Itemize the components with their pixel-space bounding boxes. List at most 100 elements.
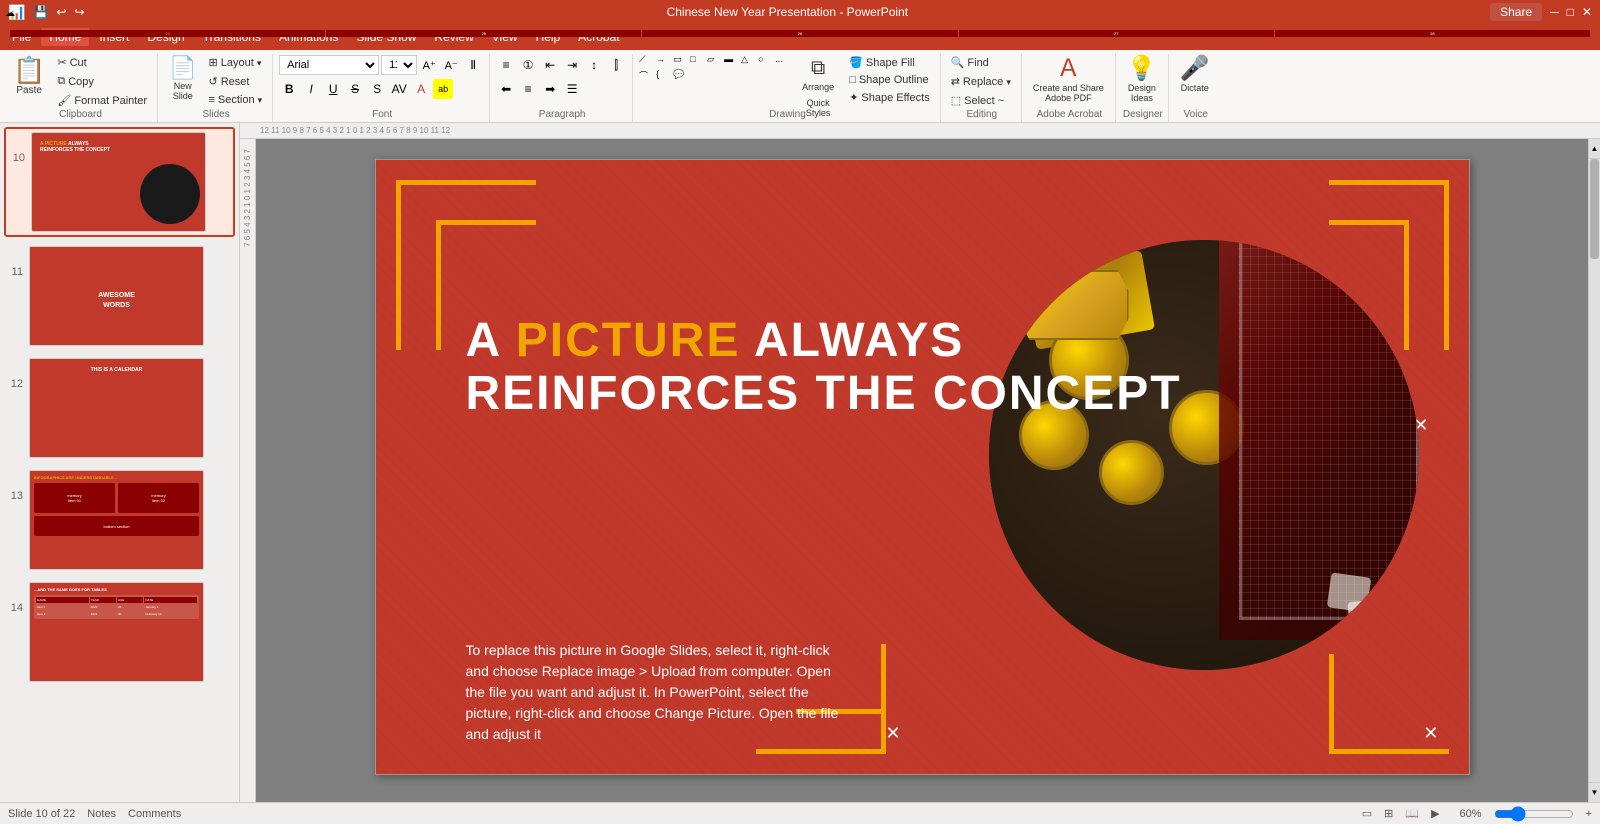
slide-num-10: 10 (9, 152, 25, 164)
view-normal-button[interactable]: ▭ (1362, 807, 1372, 820)
shape-outline-label: Shape Outline (859, 74, 929, 86)
create-share-pdf-button[interactable]: Ａ Create and ShareAdobe PDF (1028, 54, 1109, 106)
font-decrease-button[interactable]: A⁻ (441, 55, 461, 75)
highlight-button[interactable]: ab (433, 79, 453, 99)
slide-title-line2: REINFORCES THE CONCEPT (466, 368, 1182, 421)
new-slide-icon: 📄 (169, 57, 196, 79)
slide-preview-10: A PICTURE ALWAYSREINFORCES THE CONCEPT (31, 132, 206, 232)
zoom-label: 60% (1460, 808, 1482, 820)
slide-thumb-11[interactable]: 11 AWESOMEWORDS ☁ (4, 243, 235, 349)
shape-effects-button[interactable]: ✦ Shape Effects (845, 89, 934, 106)
underline-button[interactable]: U (323, 79, 343, 99)
find-icon: 🔍 (951, 56, 965, 69)
char-spacing-button[interactable]: AV (389, 79, 409, 99)
reset-button[interactable]: ↺ Reset (205, 73, 267, 90)
scroll-thumb[interactable] (1590, 159, 1599, 259)
shape-callout[interactable]: 💬 (673, 69, 689, 83)
numbering-button[interactable]: ① (518, 55, 538, 75)
slide-stage[interactable]: ✕ ✕ ✕ ✕ (256, 139, 1588, 802)
shape-outline-button[interactable]: □ Shape Outline (845, 72, 934, 88)
notes-button[interactable]: Notes (87, 808, 116, 820)
select-button[interactable]: ⬚ Select ~ (947, 92, 1015, 109)
decrease-indent-button[interactable]: ⇤ (540, 55, 560, 75)
slide-circle-inner (989, 240, 1419, 670)
zoom-in-button[interactable]: + (1586, 808, 1592, 820)
align-center-button[interactable]: ≡ (518, 79, 538, 99)
font-color-button[interactable]: A (411, 79, 431, 99)
ribbon-group-editing: 🔍 Find ⇄ Replace ▾ ⬚ Select ~ Editing (943, 54, 1022, 122)
slide-thumb-10[interactable]: 10 A PICTURE ALWAYSREINFORCES THE CONCEP… (4, 127, 235, 237)
comments-button[interactable]: Comments (128, 808, 181, 820)
font-row2: B I U S S AV A ab (279, 78, 483, 100)
canvas-area: 12 11 10 9 8 7 6 5 4 3 2 1 0 1 2 3 4 5 6… (240, 123, 1600, 802)
ribbon-group-drawing: ⟋ → ▭ □ ▱ ▬ △ ○ ... ⌒ { 💬 ⧉ Arrange (635, 54, 941, 122)
view-slide-sorter-button[interactable]: ⊞ (1384, 807, 1393, 820)
replace-button[interactable]: ⇄ Replace ▾ (947, 73, 1015, 90)
design-ideas-icon: 💡 (1127, 57, 1157, 81)
align-left-button[interactable]: ⬅ (496, 79, 516, 99)
format-painter-label: Format Painter (74, 95, 147, 107)
cut-label: Cut (70, 57, 87, 69)
zoom-slider[interactable] (1494, 808, 1574, 820)
slide-num-14: 14 (7, 602, 23, 614)
font-size-select[interactable]: 11 (381, 55, 417, 75)
shape-curve[interactable]: ⌒ (639, 69, 655, 83)
drawing-label: Drawing (635, 109, 940, 120)
clear-format-button[interactable]: Ⅱ (463, 55, 483, 75)
slide-title-always: ALWAYS (740, 314, 964, 367)
dictate-button[interactable]: 🎤 Dictate (1175, 54, 1215, 96)
section-button[interactable]: ≡ Section ▾ (205, 92, 267, 108)
design-ideas-button[interactable]: 💡 DesignIdeas (1122, 54, 1162, 106)
new-slide-label: NewSlide (173, 81, 193, 101)
slide-body-text[interactable]: To replace this picture in Google Slides… (466, 640, 846, 745)
font-increase-button[interactable]: A⁺ (419, 55, 439, 75)
section-icon: ≡ (209, 94, 215, 106)
arrange-button[interactable]: ⧉ Arrange (797, 54, 839, 95)
slide-preview-14: ...AND THE SAME GOES FOR TABLES GAME YEA… (29, 582, 204, 682)
bold-button[interactable]: B (279, 79, 299, 99)
vertical-scrollbar[interactable]: ▲ ▼ (1588, 139, 1600, 802)
shadow-button[interactable]: S (367, 79, 387, 99)
ribbon: 📋 Paste ✂ Cut ⧉ Copy 🖌 Format Painter (0, 50, 1600, 123)
justify-button[interactable]: ☰ (562, 79, 582, 99)
increase-indent-button[interactable]: ⇥ (562, 55, 582, 75)
slide-count: Slide 10 of 22 (8, 808, 75, 820)
shape-fill-label: Shape Fill (866, 57, 915, 69)
column-button[interactable]: ⫿ (606, 55, 626, 75)
scroll-down-button[interactable]: ▼ (1589, 782, 1600, 802)
scroll-up-button[interactable]: ▲ (1589, 139, 1600, 159)
font-label: Font (275, 109, 489, 120)
slide-num-11: 11 (7, 266, 23, 278)
slide-thumb-13[interactable]: 13 INFOGRAPHICS ARE UNDERSTANDABLE... me… (4, 467, 235, 573)
slide-thumb-12[interactable]: 12 THIS IS A CALENDAR 24 25 26 27 28 (4, 355, 235, 461)
reset-label: Reset (221, 76, 250, 88)
slide-thumb-14[interactable]: 14 ...AND THE SAME GOES FOR TABLES GAME … (4, 579, 235, 685)
ribbon-content: 📋 Paste ✂ Cut ⧉ Copy 🖌 Format Painter (0, 50, 1600, 122)
new-slide-button[interactable]: 📄 NewSlide (164, 54, 201, 104)
shape-bracket[interactable]: { (656, 69, 672, 83)
create-share-label: Create and ShareAdobe PDF (1033, 83, 1104, 103)
view-slideshow-button[interactable]: ▶ (1431, 807, 1439, 820)
ruler-top: 12 11 10 9 8 7 6 5 4 3 2 1 0 1 2 3 4 5 6… (240, 123, 1600, 139)
slide-title-picture: PICTURE (516, 314, 741, 367)
align-right-button[interactable]: ➡ (540, 79, 560, 99)
slide-image-circle[interactable] (989, 240, 1419, 670)
ribbon-group-voice: 🎤 Dictate Voice (1171, 54, 1221, 122)
italic-button[interactable]: I (301, 79, 321, 99)
para-row2: ⬅ ≡ ➡ ☰ (496, 78, 626, 100)
slide-num-12: 12 (7, 378, 23, 390)
bullets-button[interactable]: ≡ (496, 55, 516, 75)
format-painter-button[interactable]: 🖌 Format Painter (53, 92, 151, 109)
shape-outline-icon: □ (849, 74, 856, 86)
paste-icon: 📋 (13, 57, 45, 83)
view-reading-button[interactable]: 📖 (1405, 807, 1419, 820)
main-slide: ✕ ✕ ✕ ✕ (375, 159, 1470, 775)
paste-button[interactable]: 📋 Paste (8, 54, 50, 99)
paragraph-label: Paragraph (492, 109, 632, 120)
strikethrough-button[interactable]: S (345, 79, 365, 99)
copy-button[interactable]: ⧉ Copy (53, 73, 151, 90)
slide-title[interactable]: A PICTURE ALWAYS REINFORCES THE CONCEPT (466, 315, 1182, 421)
section-arrow: ▾ (258, 95, 263, 106)
font-name-select[interactable]: Arial (279, 55, 379, 75)
line-spacing-button[interactable]: ↕ (584, 55, 604, 75)
